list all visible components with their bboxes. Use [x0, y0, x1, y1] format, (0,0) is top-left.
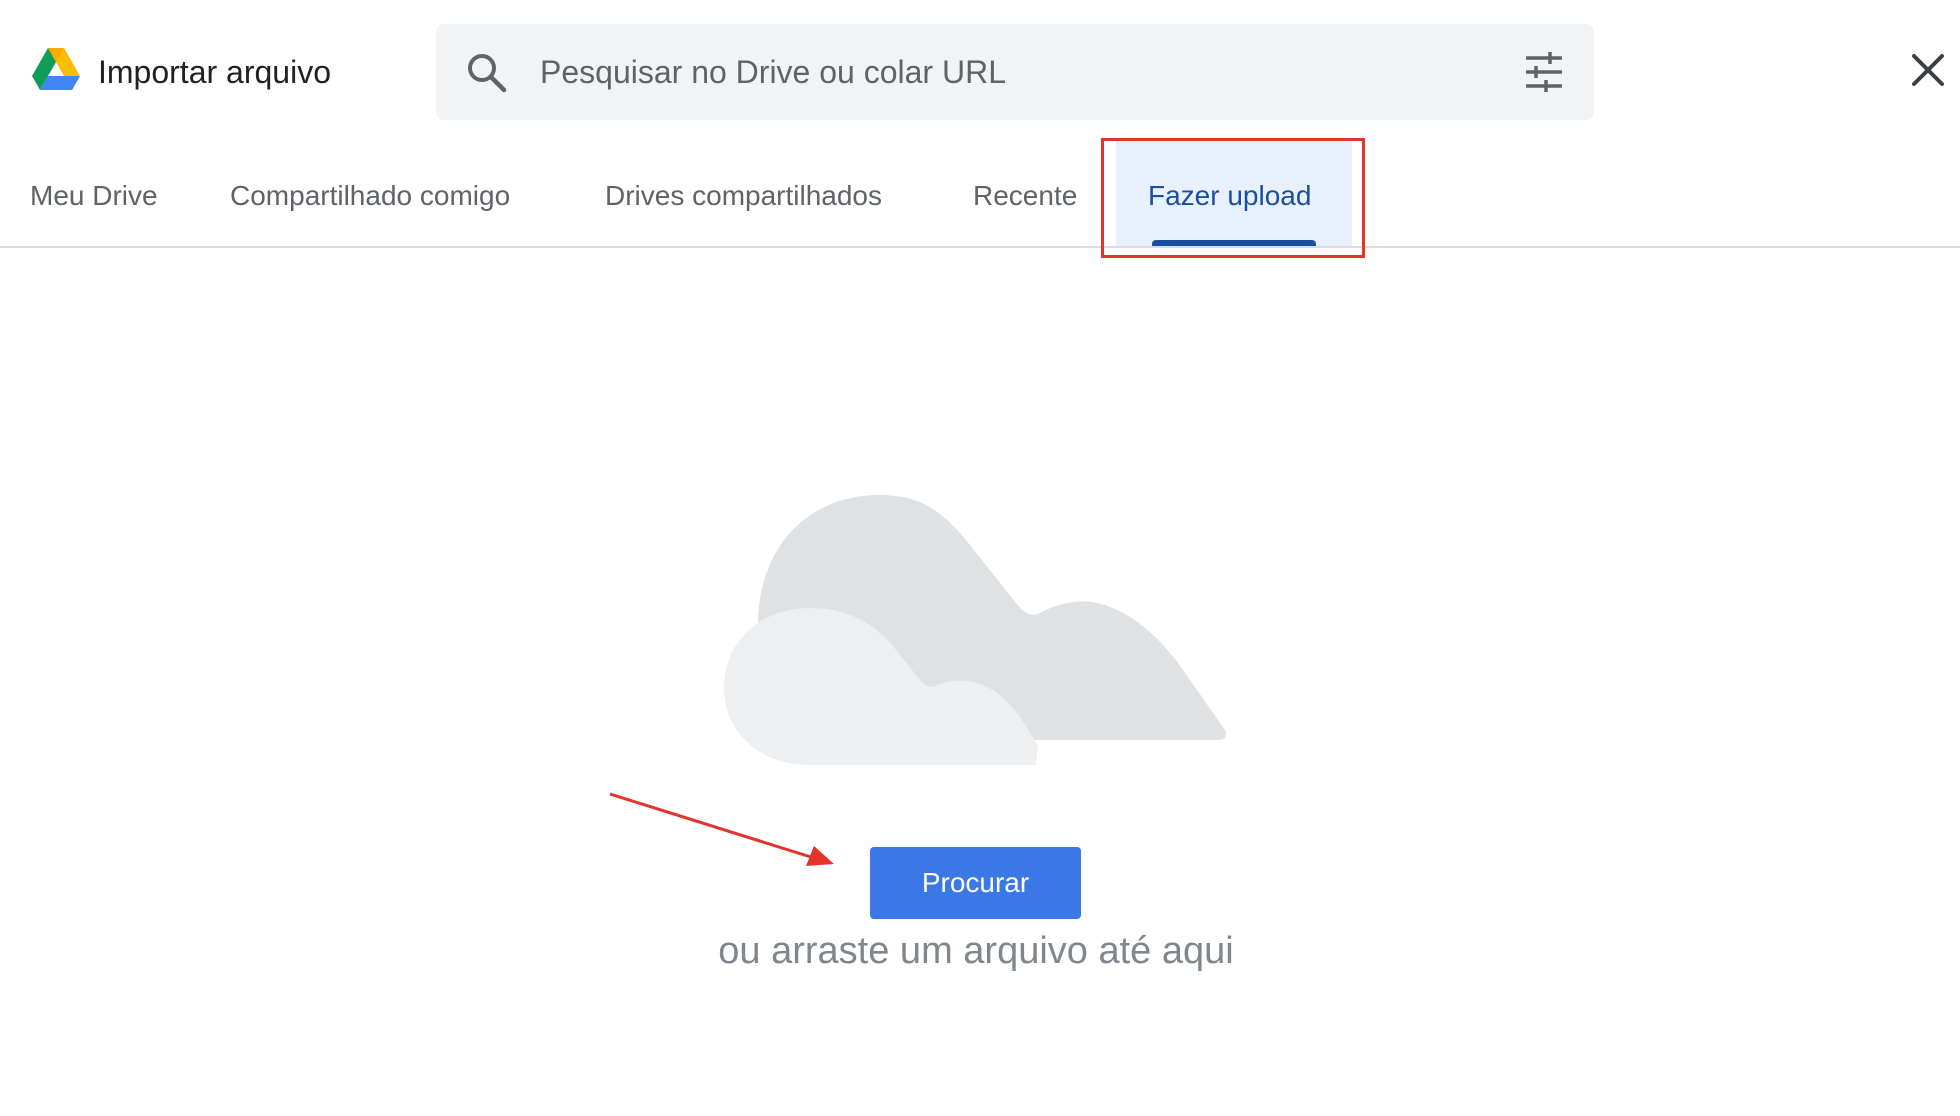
tab-meu-drive[interactable]: Meu Drive: [30, 138, 158, 246]
close-icon[interactable]: [1910, 52, 1946, 88]
browse-button[interactable]: Procurar: [870, 847, 1081, 919]
google-drive-logo-icon: [32, 48, 80, 90]
tab-bar: Meu Drive Compartilhado comigo Drives co…: [0, 138, 1960, 248]
tab-recente[interactable]: Recente: [973, 138, 1077, 246]
search-bar[interactable]: [436, 24, 1594, 120]
tune-filter-icon[interactable]: [1522, 50, 1566, 94]
search-input[interactable]: [540, 44, 1440, 100]
annotation-highlight-box: [1101, 138, 1365, 258]
tab-compartilhado-comigo[interactable]: Compartilhado comigo: [230, 138, 510, 246]
dialog-title: Importar arquivo: [98, 54, 331, 90]
tab-drives-compartilhados[interactable]: Drives compartilhados: [605, 138, 882, 246]
drop-hint-text: ou arraste um arquivo até aqui: [718, 930, 1234, 972]
cloud-illustration-icon: [724, 495, 1227, 765]
annotation-arrow-icon: [609, 792, 834, 866]
search-icon[interactable]: [464, 50, 508, 94]
